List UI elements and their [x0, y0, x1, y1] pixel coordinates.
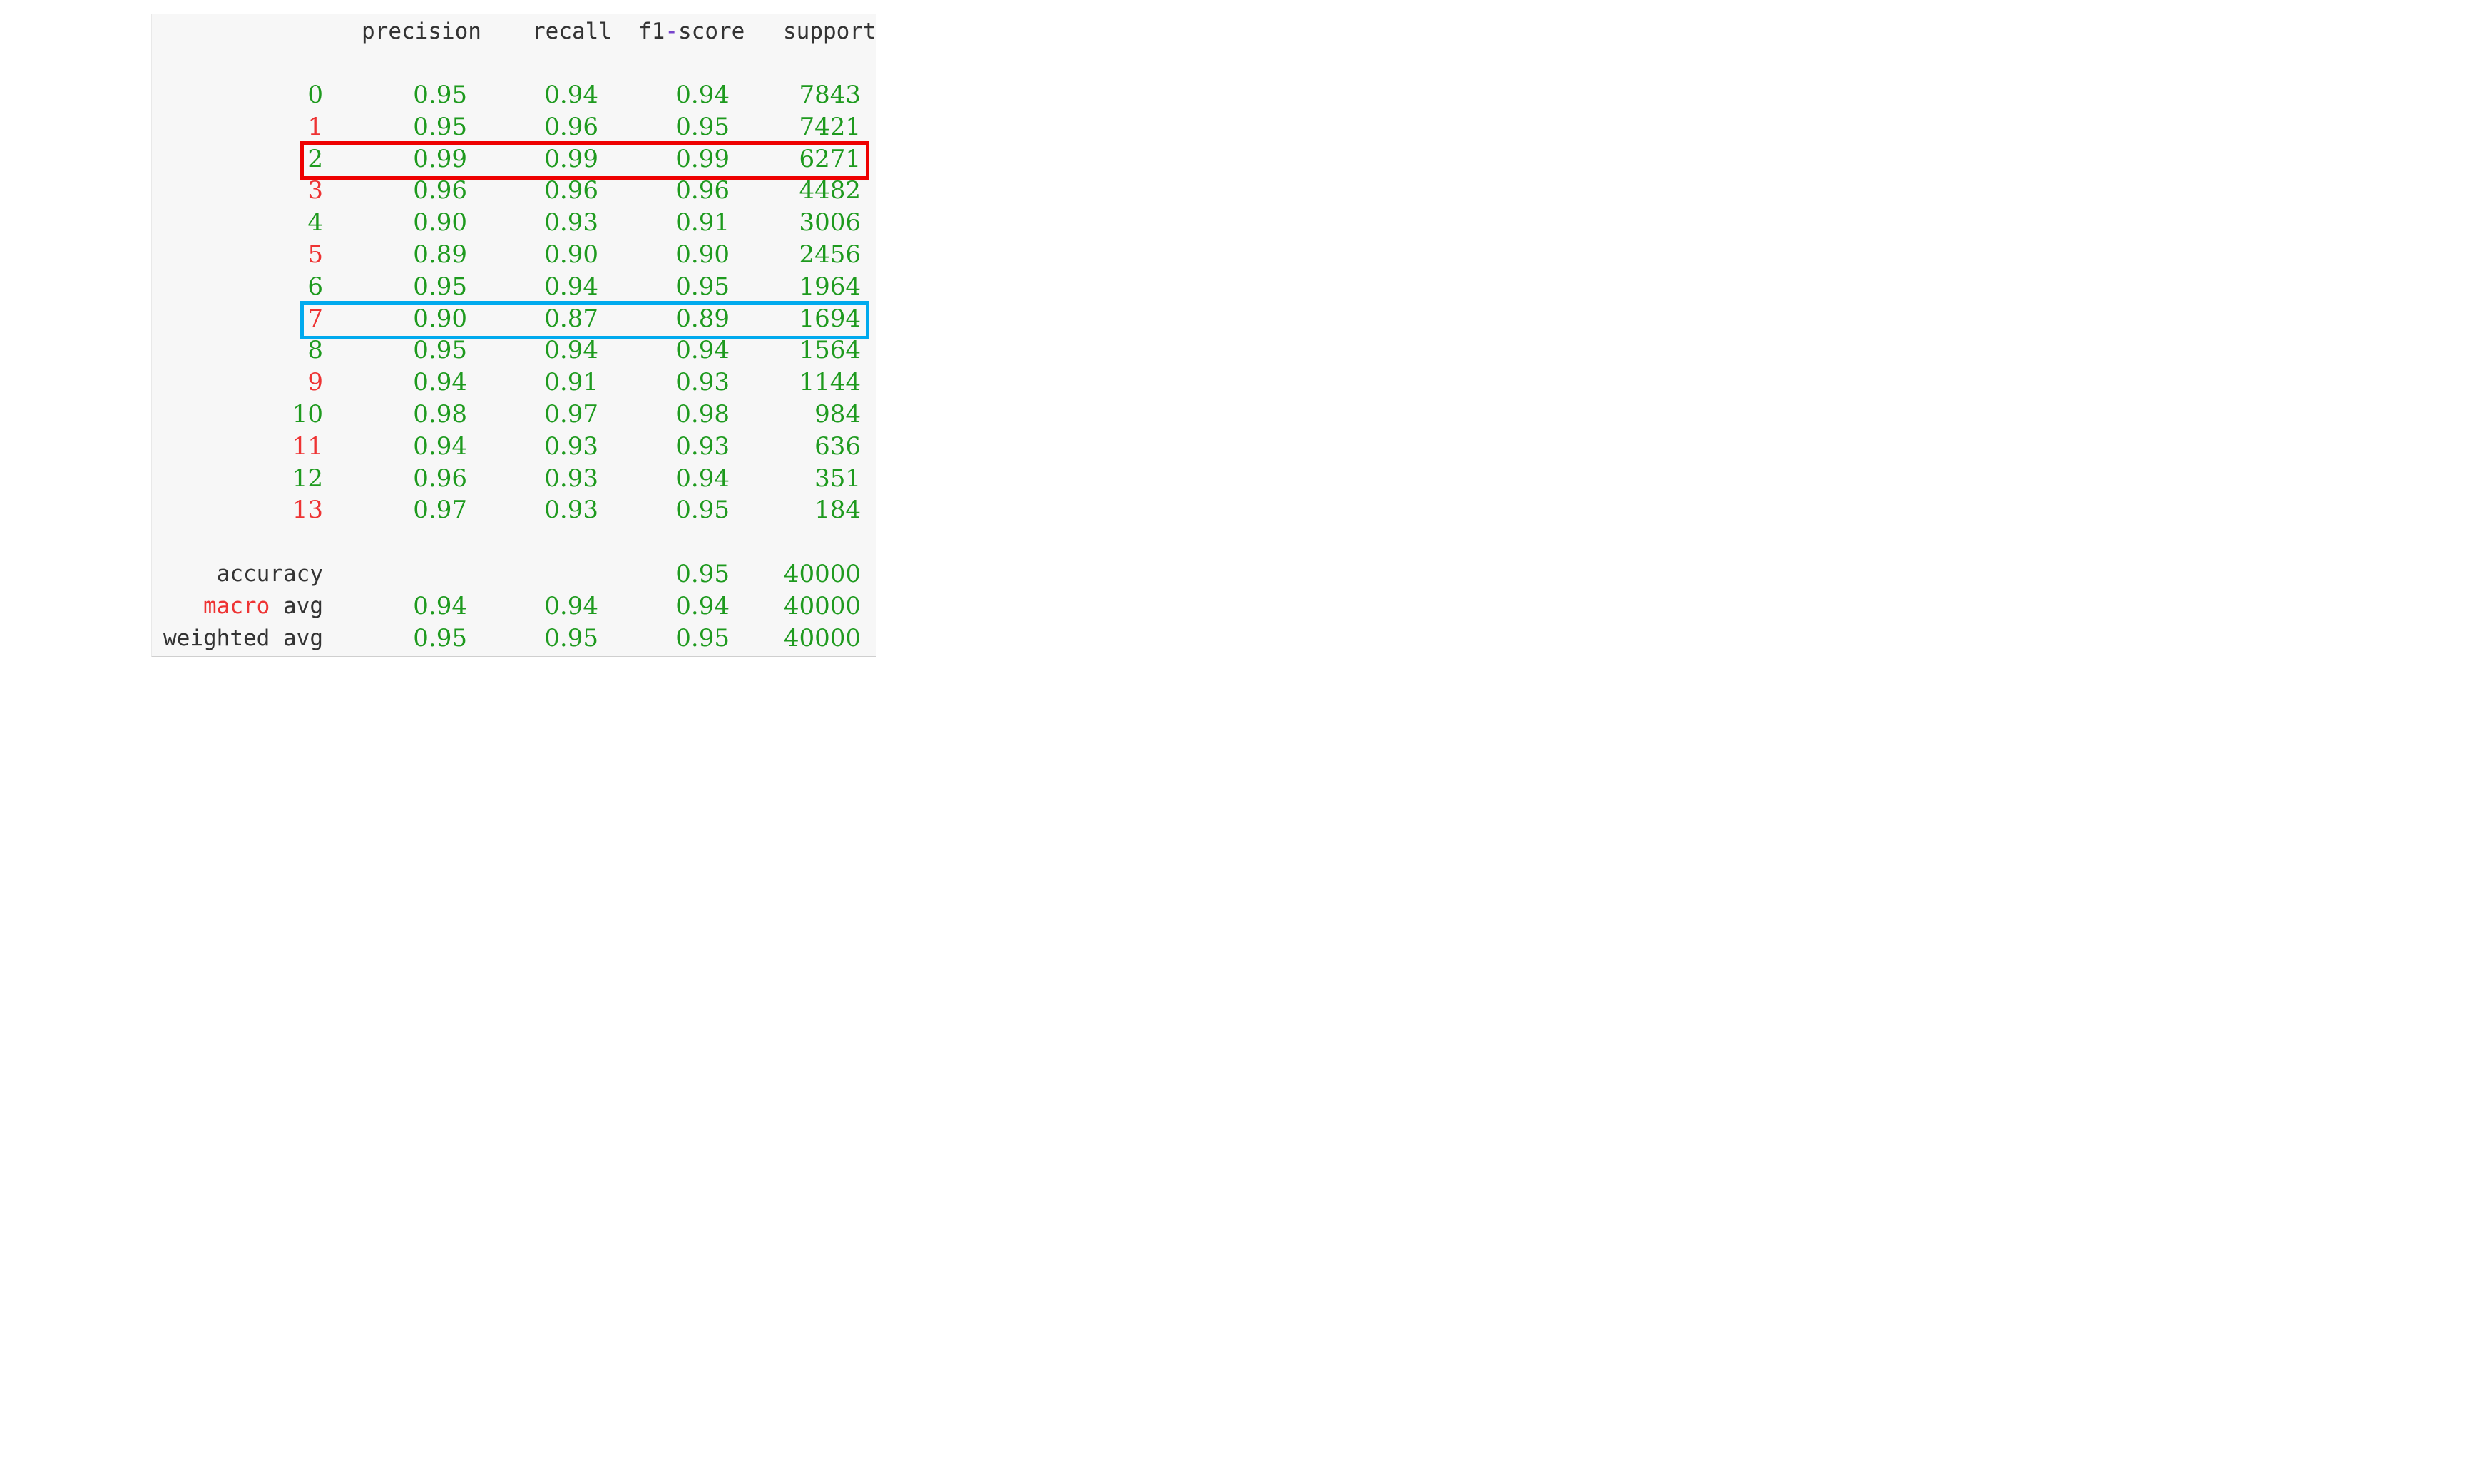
row-9-precision: 0.94 [413, 368, 467, 397]
row-1-support: 7421 [799, 112, 861, 141]
row-13-recall: 0.93 [544, 496, 598, 525]
row-11-f1: 0.93 [675, 431, 730, 461]
row-3-recall: 0.96 [544, 176, 598, 205]
row-label-9: 9 [307, 368, 323, 397]
macro-avg-f1: 0.94 [675, 592, 730, 620]
row-label-6: 6 [307, 272, 323, 301]
header-f1-dash: - [665, 19, 678, 44]
row-label-10: 10 [292, 400, 323, 429]
macro-avg-support: 40000 [783, 592, 861, 620]
row-6-f1: 0.95 [675, 272, 730, 301]
row-6-recall: 0.94 [544, 272, 598, 301]
row-5-support: 2456 [799, 240, 861, 269]
row-0-precision: 0.95 [413, 81, 467, 109]
row-1-precision: 0.95 [413, 112, 467, 141]
header-f1-part: f1 [638, 19, 665, 44]
row-9-f1: 0.93 [675, 368, 730, 397]
row-13-f1: 0.95 [675, 496, 730, 525]
row-label-4: 4 [307, 208, 323, 237]
row-0-support: 7843 [799, 81, 861, 109]
row-4-support: 3006 [799, 208, 861, 237]
row-6-precision: 0.95 [413, 272, 467, 301]
weighted-avg-recall: 0.95 [544, 624, 598, 653]
header-f1-score: f1-score [638, 17, 745, 46]
row-11-precision: 0.94 [413, 431, 467, 461]
weighted-avg-support: 40000 [783, 624, 861, 653]
row-8-f1: 0.94 [675, 336, 730, 365]
row-3-support: 4482 [799, 176, 861, 205]
macro-avg-precision: 0.94 [413, 592, 467, 620]
macro-avg-recall: 0.94 [544, 592, 598, 620]
row-5-f1: 0.90 [675, 240, 730, 269]
row-11-support: 636 [814, 431, 861, 461]
weighted-avg-precision: 0.95 [413, 624, 467, 653]
row-3-precision: 0.96 [413, 176, 467, 205]
row-3-f1: 0.96 [675, 176, 730, 205]
row-label-1: 1 [307, 112, 323, 141]
row-5-precision: 0.89 [413, 240, 467, 269]
macro-avg-label: macro avg [203, 592, 323, 620]
row-label-12: 12 [292, 464, 323, 493]
row-12-f1: 0.94 [675, 464, 730, 493]
row-5-recall: 0.90 [544, 240, 598, 269]
header-recall: recall [532, 19, 612, 44]
row-label-5: 5 [307, 240, 323, 269]
row-9-support: 1144 [799, 368, 861, 397]
row-8-precision: 0.95 [413, 336, 467, 365]
row-0-f1: 0.94 [675, 81, 730, 109]
row-8-support: 1564 [799, 336, 861, 365]
weighted-avg-f1: 0.95 [675, 624, 730, 653]
row-4-f1: 0.91 [675, 208, 730, 237]
highlight-box-row-7 [300, 300, 869, 339]
accuracy-label: accuracy [216, 561, 323, 587]
header-score-part: score [678, 19, 745, 44]
header-precision: precision [362, 19, 481, 44]
row-12-recall: 0.93 [544, 464, 598, 493]
avg-word: avg [270, 593, 323, 619]
row-label-8: 8 [307, 336, 323, 365]
accuracy-support: 40000 [783, 560, 861, 588]
row-label-3: 3 [307, 176, 323, 205]
row-label-11: 11 [292, 431, 323, 461]
row-4-recall: 0.93 [544, 208, 598, 237]
row-label-0: 0 [307, 81, 323, 109]
row-13-precision: 0.97 [413, 496, 467, 525]
row-10-precision: 0.98 [413, 400, 467, 429]
row-1-recall: 0.96 [544, 112, 598, 141]
row-11-recall: 0.93 [544, 431, 598, 461]
highlight-box-row-2 [300, 140, 869, 180]
header-support: support [783, 19, 876, 44]
row-12-precision: 0.96 [413, 464, 467, 493]
row-8-recall: 0.94 [544, 336, 598, 365]
row-4-precision: 0.90 [413, 208, 467, 237]
row-12-support: 351 [814, 464, 861, 493]
row-0-recall: 0.94 [544, 81, 598, 109]
row-10-support: 984 [814, 400, 861, 429]
row-6-support: 1964 [799, 272, 861, 301]
macro-word: macro [203, 593, 270, 619]
accuracy-f1: 0.95 [675, 560, 730, 588]
row-1-f1: 0.95 [675, 112, 730, 141]
row-10-recall: 0.97 [544, 400, 598, 429]
row-10-f1: 0.98 [675, 400, 730, 429]
row-label-13: 13 [292, 496, 323, 525]
row-9-recall: 0.91 [544, 368, 598, 397]
weighted-avg-label: weighted avg [163, 625, 323, 651]
row-13-support: 184 [814, 496, 861, 525]
